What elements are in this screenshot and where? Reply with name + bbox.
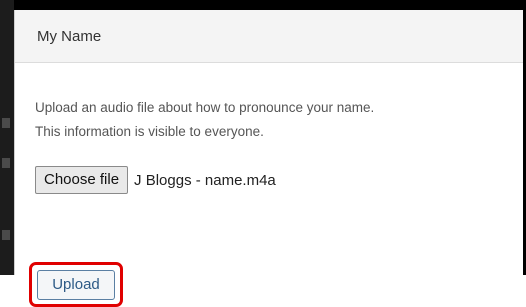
dialog-title: My Name [37,27,102,45]
upload-button[interactable]: Upload [37,269,115,300]
description-line: This information is visible to everyone. [35,124,264,139]
background-text-fragment [2,118,10,128]
description-line: Upload an audio file about how to pronou… [35,100,375,115]
my-name-dialog: My Name Upload an audio file about how t… [14,10,523,307]
dialog-header: My Name [15,10,523,63]
background-text-fragment [2,230,10,240]
background-page-edge [0,0,14,275]
dialog-description: Upload an audio file about how to pronou… [35,96,374,144]
selected-file-name: J Bloggs - name.m4a [134,171,276,189]
choose-file-button[interactable]: Choose file [35,166,129,194]
upload-button-highlight: Upload [29,262,123,307]
file-input-row: Choose file J Bloggs - name.m4a [35,166,276,194]
background-text-fragment [2,158,10,168]
